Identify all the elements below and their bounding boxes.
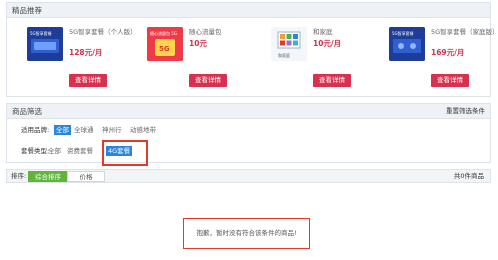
- reset-filters-link[interactable]: 重置筛选条件: [446, 104, 485, 119]
- product-price: 10元/月: [313, 39, 342, 48]
- product-image-5g-personal[interactable]: 5G智享套餐: [27, 27, 63, 61]
- view-details-button[interactable]: 查看详情: [189, 74, 227, 87]
- product-name[interactable]: 随心流量包: [189, 28, 264, 37]
- product-card: 随心流量包 5G 5G 随心流量包 10元 查看详情: [147, 27, 265, 93]
- recommend-panel: 精品推荐 5G智享套餐 5G智享套餐（个人版） 128元/月 查看详情 随心流量…: [6, 2, 498, 97]
- thumb-text: 5G智享套餐: [392, 30, 414, 36]
- recommend-title: 精品推荐: [7, 3, 490, 18]
- total-count: 共0件商品: [453, 172, 484, 180]
- thumb-text: 5G: [159, 45, 170, 53]
- filter-panel: 商品筛选 重置筛选条件 适用品牌: 全部 全球通 神州行 动感地带 套餐类型: …: [6, 103, 491, 166]
- sort-tab-price[interactable]: 价格: [67, 171, 105, 182]
- sort-bar: 排序: 综合排序 价格 共0件商品: [6, 169, 491, 183]
- brand-option-mzone[interactable]: 动感地带: [130, 123, 156, 137]
- package-label: 套餐类型:: [21, 147, 50, 155]
- package-option-all[interactable]: 全部: [48, 144, 61, 158]
- product-price: 10元: [189, 39, 207, 48]
- filter-title: 商品筛选: [12, 107, 42, 116]
- thumb-text: 随心流量包 5G: [150, 30, 177, 36]
- highlight-annotation-box: [102, 140, 148, 166]
- package-filter-row: 套餐类型: 全部 资费套餐 4G套餐: [7, 144, 490, 158]
- brand-label: 适用品牌:: [21, 126, 50, 134]
- product-card: 5G智享套餐 5G智享套餐（家庭版） 169元/月 查看详情: [389, 27, 498, 93]
- brand-option-all[interactable]: 全部: [54, 125, 71, 135]
- product-image-data-pack[interactable]: 随心流量包 5G 5G: [147, 27, 183, 61]
- product-list: 5G智享套餐 5G智享套餐（个人版） 128元/月 查看详情 随心流量包 5G …: [7, 18, 498, 97]
- brand-option-easyown[interactable]: 神州行: [102, 123, 122, 137]
- thumb-text: 和家庭: [278, 52, 290, 58]
- product-price: 128元/月: [69, 48, 103, 57]
- product-card: 5G智享套餐 5G智享套餐（个人版） 128元/月 查看详情: [27, 27, 145, 93]
- view-details-button[interactable]: 查看详情: [313, 74, 351, 87]
- view-details-button[interactable]: 查看详情: [431, 74, 469, 87]
- empty-result-message: 抱歉，暂时没有符合该条件的商品!: [183, 218, 310, 249]
- product-card: 和家庭 和家庭 10元/月 查看详情: [271, 27, 389, 93]
- package-option-tariff[interactable]: 资费套餐: [67, 144, 93, 158]
- product-name[interactable]: 和家庭: [313, 28, 388, 37]
- filter-header: 商品筛选 重置筛选条件: [7, 104, 490, 119]
- product-image-5g-family[interactable]: 5G智享套餐: [389, 27, 425, 61]
- product-name[interactable]: 5G智享套餐（个人版）: [69, 28, 144, 37]
- view-details-button[interactable]: 查看详情: [69, 74, 107, 87]
- sort-tab-default[interactable]: 综合排序: [28, 171, 68, 182]
- product-name[interactable]: 5G智享套餐（家庭版）: [431, 28, 498, 37]
- brand-filter-row: 适用品牌: 全部 全球通 神州行 动感地带: [7, 123, 490, 137]
- thumb-text: 5G智享套餐: [30, 30, 52, 36]
- product-price: 169元/月: [431, 48, 465, 57]
- product-image-family[interactable]: 和家庭: [271, 27, 307, 61]
- brand-option-gotone[interactable]: 全球通: [74, 123, 94, 137]
- sort-label: 排序:: [11, 172, 27, 180]
